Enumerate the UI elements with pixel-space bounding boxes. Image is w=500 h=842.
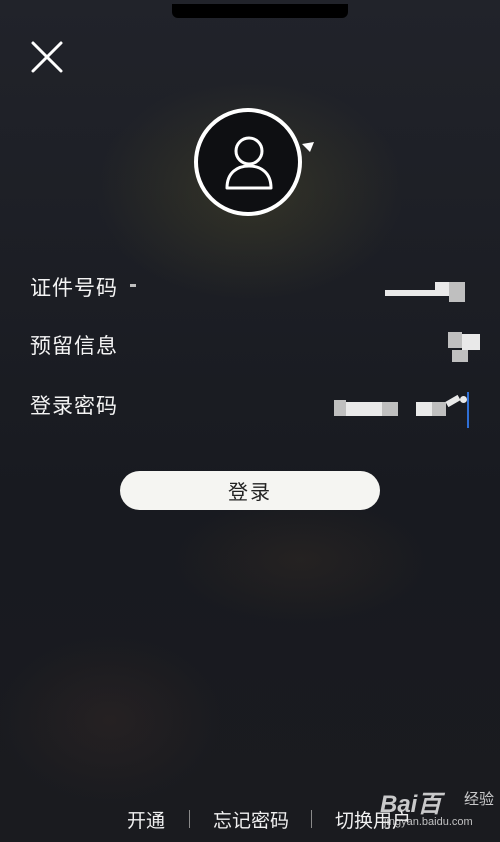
password-label: 登录密码: [30, 394, 118, 418]
forgot-password-link[interactable]: 忘记密码: [213, 806, 289, 833]
user-avatar-icon: [225, 136, 273, 190]
close-button[interactable]: [28, 38, 66, 76]
reserved-info-row[interactable]: 预留信息: [0, 324, 500, 364]
watermark-brand: Bai百: [380, 791, 442, 818]
id-number-field[interactable]: [130, 266, 480, 306]
avatar[interactable]: [194, 108, 302, 216]
watermark: Bai百 经验 jingyan.baidu.com: [378, 784, 498, 836]
open-account-link[interactable]: 开通: [127, 806, 165, 833]
watermark-url: jingyan.baidu.com: [384, 816, 473, 828]
id-number-label: 证件号码: [30, 276, 118, 300]
avatar-edit-mark: [302, 142, 314, 152]
id-number-row[interactable]: 证件号码: [0, 266, 500, 306]
password-field[interactable]: [130, 384, 480, 424]
text-cursor: [467, 392, 469, 428]
reserved-info-label: 预留信息: [30, 334, 118, 358]
login-button[interactable]: 登录: [120, 471, 380, 510]
watermark-name: 经验: [464, 791, 495, 808]
divider: [189, 810, 190, 828]
status-bar-redaction: [172, 4, 348, 18]
divider: [311, 810, 312, 828]
password-row[interactable]: 登录密码: [0, 384, 500, 424]
reserved-info-field[interactable]: [130, 324, 480, 364]
close-icon: [31, 41, 63, 73]
